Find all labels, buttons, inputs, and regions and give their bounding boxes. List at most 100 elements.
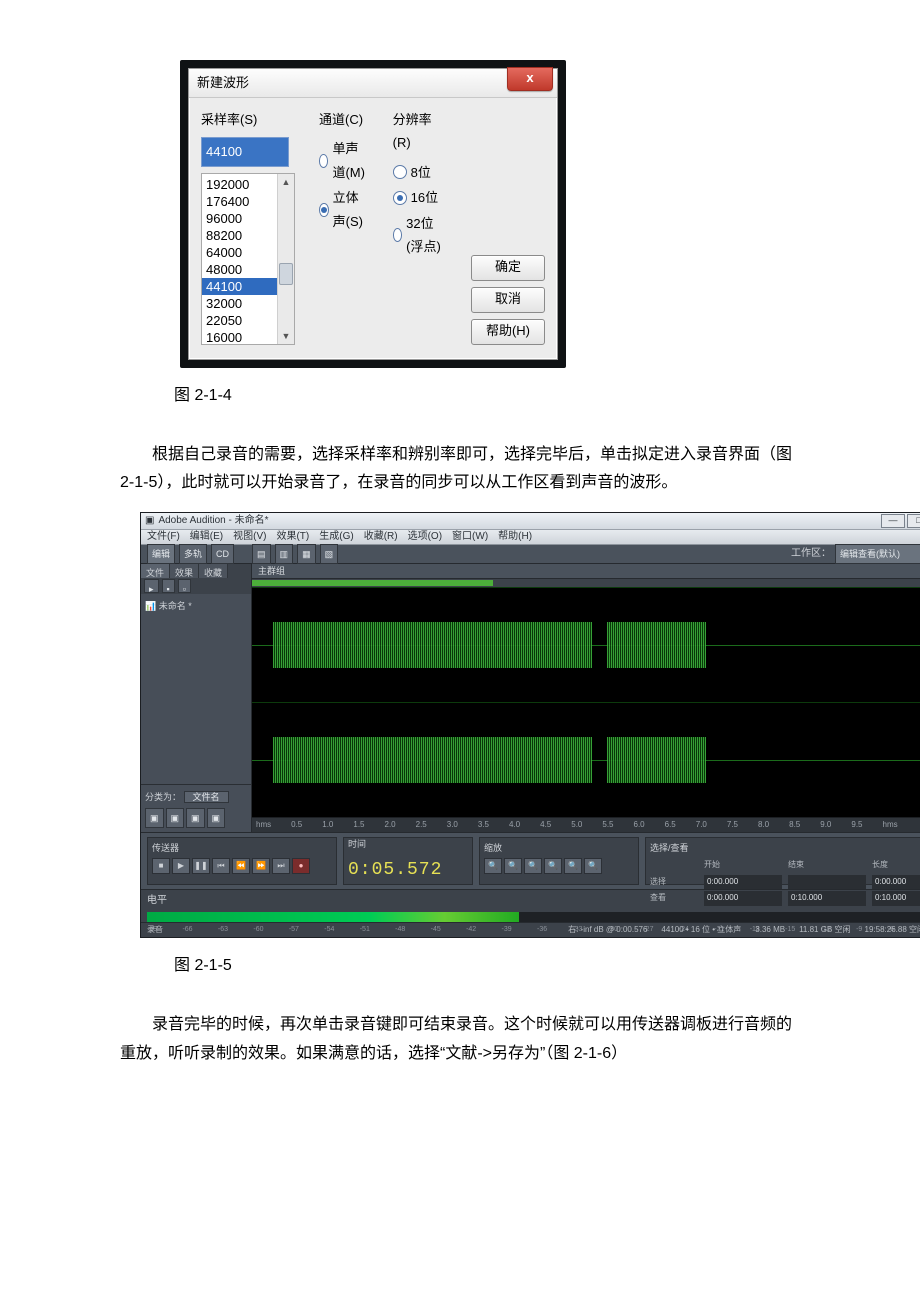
help-button[interactable]: 帮助(H) [471,319,545,345]
scroll-thumb[interactable] [279,263,293,285]
level-tick: -45 [431,924,441,937]
maximize-button[interactable]: □ [907,514,920,528]
side-tool-icon[interactable]: ▪ [162,579,175,593]
channel-option[interactable]: 立体声(S) [319,186,369,233]
side-footer: 分类为： 文件名 ▣ ▣ ▣ ▣ [141,784,251,832]
stop-button[interactable]: ■ [152,858,170,874]
channels-group: 通道(C) 单声道(M)立体声(S) [319,108,369,345]
time-value[interactable] [788,875,866,889]
side-btn-icon[interactable]: ▣ [145,808,164,828]
side-tab[interactable]: 收藏 [199,564,228,578]
tool-icon[interactable]: ▧ [320,544,339,564]
side-btn-icon[interactable]: ▣ [186,808,205,828]
waveform-area[interactable]: 主群组 dB-3-6-9-12-15-∞-15-12-9-6-3dB hms0.… [252,564,920,832]
radio-icon[interactable] [393,228,402,242]
menu-item[interactable]: 帮助(H) [498,528,532,546]
resolution-option[interactable]: 16位 [393,186,438,209]
list-item[interactable]: 176400 [202,193,277,210]
time-value[interactable]: 0:00.000 [704,875,782,889]
side-tabs[interactable]: 文件效果收藏 [141,564,251,578]
menu-item[interactable]: 收藏(R) [364,528,398,546]
prev-button[interactable]: ⏮ [212,858,230,874]
menu-item[interactable]: 窗口(W) [452,528,488,546]
audition-window: ▣ Adobe Audition - 未命名* — □ × 文件(F)编辑(E)… [140,512,920,938]
list-item[interactable]: 32000 [202,295,277,312]
figure-2-1-4-wrap: 新建波形 x 采样率(S) 44100 19200017640096000882… [180,60,800,368]
side-tab[interactable]: 效果 [170,564,199,578]
tool-icon[interactable]: ▦ [297,544,316,564]
menu-bar[interactable]: 文件(F)编辑(E)视图(V)效果(T)生成(G)收藏(R)选项(O)窗口(W)… [141,530,920,545]
radio-icon[interactable] [319,203,329,217]
list-item[interactable]: 48000 [202,261,277,278]
workspace-dropdown[interactable]: 编辑查看(默认) [835,544,920,564]
time-value[interactable]: 0:00.000 [872,875,920,889]
tool-icon[interactable]: ▤ [252,544,271,564]
wave-track-left[interactable] [252,587,920,702]
status-item: 右: -inf dB @ 0:00.576 [568,925,647,934]
list-item[interactable]: 88200 [202,227,277,244]
scroll-down-icon[interactable]: ▼ [282,328,291,344]
zoom-icon[interactable]: 🔍 [564,858,582,874]
record-button[interactable]: ● [292,858,310,874]
side-btn-icon[interactable]: ▣ [207,808,226,828]
dialog-frame: 新建波形 x 采样率(S) 44100 19200017640096000882… [180,60,566,368]
zoom-icon[interactable]: 🔍 [584,858,602,874]
time-value[interactable]: 0:10.000 [872,891,920,905]
tool-icon[interactable]: ▥ [275,544,294,564]
list-item[interactable]: 64000 [202,244,277,261]
panel-title: 选择/查看 [650,840,920,856]
radio-label: 8位 [411,161,431,184]
list-item[interactable]: 📊 未命名 * [145,598,247,614]
wave-tab[interactable]: 主群组 [252,564,920,579]
file-list[interactable]: 📊 未命名 * [141,594,251,784]
radio-label: 16位 [411,186,438,209]
list-item[interactable]: 192000 [202,176,277,193]
resolution-option[interactable]: 8位 [393,161,431,184]
sort-dropdown[interactable]: 文件名 [184,791,229,803]
list-item[interactable]: 16000 [202,329,277,344]
play-button[interactable]: ▶ [172,858,190,874]
next-button[interactable]: ⏭ [272,858,290,874]
time-value[interactable]: 0:00.000 [704,891,782,905]
scroll-up-icon[interactable]: ▲ [282,174,291,190]
ffwd-button[interactable]: ⏩ [252,858,270,874]
radio-icon[interactable] [393,191,407,205]
zoom-icon[interactable]: 🔍 [524,858,542,874]
minimize-button[interactable]: — [881,514,905,528]
time-value[interactable]: 0:10.000 [788,891,866,905]
radio-icon[interactable] [319,154,328,168]
level-tick: -36 [537,924,547,937]
ruler-tick: 5.0 [571,818,582,832]
time-ruler[interactable]: hms0.51.01.52.02.53.03.54.04.55.05.56.06… [252,817,920,832]
overview-bar[interactable] [252,579,920,587]
list-item[interactable]: 44100 [202,278,277,295]
cancel-button[interactable]: 取消 [471,287,545,313]
list-item[interactable]: 22050 [202,312,277,329]
level-tick: -57 [289,924,299,937]
rew-button[interactable]: ⏪ [232,858,250,874]
close-button[interactable]: x [507,67,553,91]
list-item[interactable]: 96000 [202,210,277,227]
wave-track-right[interactable] [252,702,920,817]
side-btn-icon[interactable]: ▣ [166,808,185,828]
menu-item[interactable]: 选项(O) [408,528,442,546]
scrollbar[interactable]: ▲ ▼ [277,174,294,344]
radio-icon[interactable] [393,165,407,179]
figure-2-1-5-wrap: ▣ Adobe Audition - 未命名* — □ × 文件(F)编辑(E)… [140,512,800,938]
sample-rate-input[interactable]: 44100 [201,137,289,166]
sample-rate-list[interactable]: 1920001764009600088200640004800044100320… [201,173,295,345]
zoom-icon[interactable]: 🔍 [484,858,502,874]
mode-edit-button[interactable]: 编辑 [147,544,175,564]
side-tab[interactable]: 文件 [141,564,170,578]
zoom-icon[interactable]: 🔍 [544,858,562,874]
ok-button[interactable]: 确定 [471,255,545,281]
channel-option[interactable]: 单声道(M) [319,137,369,184]
side-tool-icon[interactable]: ▸ [144,579,159,593]
level-tick: -42 [466,924,476,937]
resolution-option[interactable]: 32位 (浮点) [393,212,447,259]
side-tool-icon[interactable]: ▫ [178,579,191,593]
pause-button[interactable]: ❚❚ [192,858,210,874]
mode-cd-button[interactable]: CD [211,544,234,564]
zoom-icon[interactable]: 🔍 [504,858,522,874]
mode-multitrack-button[interactable]: 多轨 [179,544,207,564]
